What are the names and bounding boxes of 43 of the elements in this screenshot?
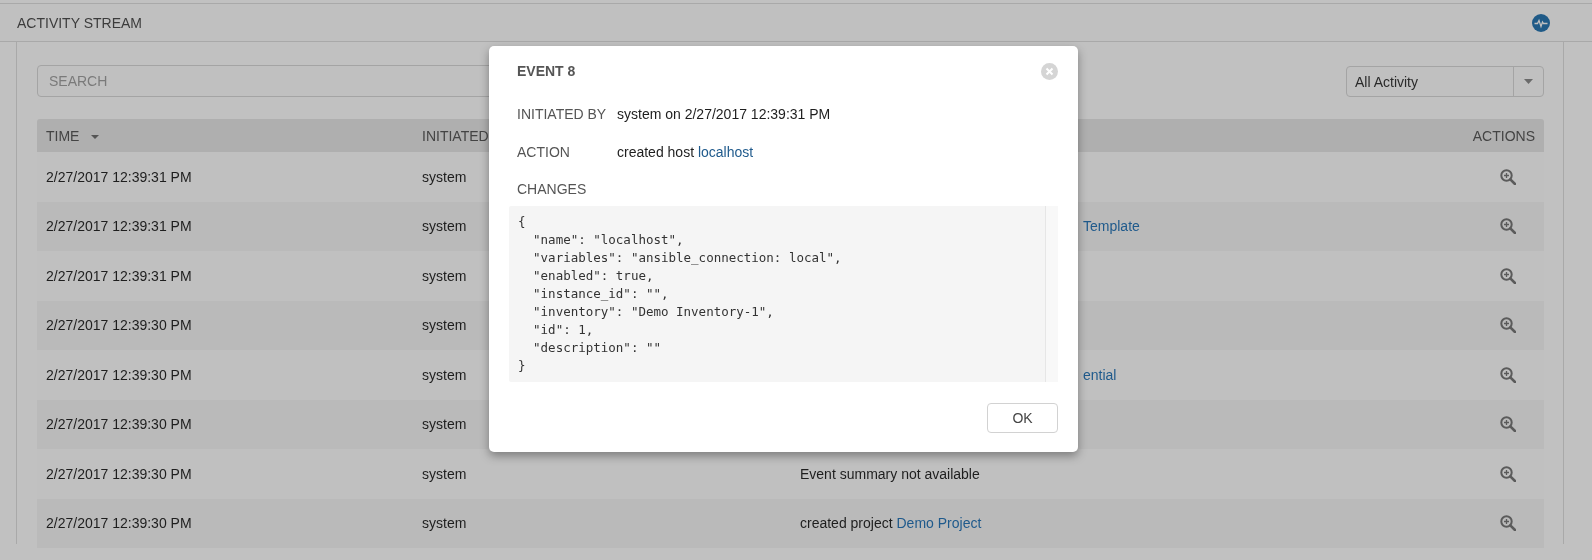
initiator-text: system — [422, 218, 467, 235]
ok-button[interactable]: OK — [987, 403, 1058, 433]
zoom-in-icon[interactable] — [1500, 465, 1516, 482]
time-text: 2/27/2017 12:39:30 PM — [46, 366, 192, 383]
initiator-text: system — [422, 317, 467, 334]
time-text: 2/27/2017 12:39:30 PM — [46, 515, 192, 532]
activity-icon[interactable] — [1532, 13, 1550, 32]
column-header[interactable]: ACTIONS — [1472, 127, 1544, 144]
time-text: 2/27/2017 12:39:31 PM — [46, 168, 192, 185]
zoom-in-icon[interactable] — [1500, 515, 1516, 532]
initiator-text: system — [422, 416, 467, 433]
zoom-in-icon[interactable] — [1500, 218, 1516, 235]
zoom-in-icon[interactable] — [1500, 317, 1516, 334]
time-text: 2/27/2017 12:39:31 PM — [46, 218, 192, 235]
zoom-in-icon[interactable] — [1500, 168, 1516, 185]
json-code: { "name": "localhost", "variables": "ansible_connection: local", "enabled": true, "instance_id": "", "inventory": "Demo Inventory-1", "id": 1, "description": "" } — [517, 213, 843, 375]
initiator-text: system — [422, 366, 467, 383]
event-summary: created project Demo Project — [800, 515, 982, 532]
time-text: 2/27/2017 12:39:31 PM — [46, 267, 192, 284]
column-header[interactable]: TIME — [37, 127, 413, 144]
zoom-in-icon[interactable] — [1500, 267, 1516, 284]
initiator-text: system — [422, 515, 467, 532]
zoom-in-icon[interactable] — [1500, 366, 1516, 383]
initiator-text: system — [422, 168, 467, 185]
host-link[interactable]: localhost — [697, 144, 754, 160]
event-summary: Event summary not available — [800, 465, 980, 482]
activity-dropdown[interactable]: All Activity — [1346, 66, 1544, 97]
time-text: 2/27/2017 12:39:30 PM — [46, 465, 192, 482]
event-link[interactable]: Demo Project — [896, 515, 982, 532]
field-value: created host localhost — [617, 144, 754, 160]
initiator-text: system — [422, 465, 467, 482]
page-title: ACTIVITY STREAM — [17, 14, 142, 31]
changes-label: CHANGES — [516, 181, 588, 197]
dialog-title: EVENT 8 — [517, 63, 576, 79]
field-label: ACTION — [517, 144, 571, 160]
sort-icon[interactable] — [91, 135, 100, 139]
caret-icon[interactable] — [1524, 79, 1533, 84]
field-value: system on 2/27/2017 12:39:31 PM — [617, 106, 831, 122]
initiator-text: system — [422, 267, 467, 284]
time-text: 2/27/2017 12:39:30 PM — [46, 317, 192, 334]
field-label: INITIATED BY — [517, 106, 608, 122]
time-text: 2/27/2017 12:39:30 PM — [46, 416, 192, 433]
zoom-in-icon[interactable] — [1500, 416, 1516, 433]
